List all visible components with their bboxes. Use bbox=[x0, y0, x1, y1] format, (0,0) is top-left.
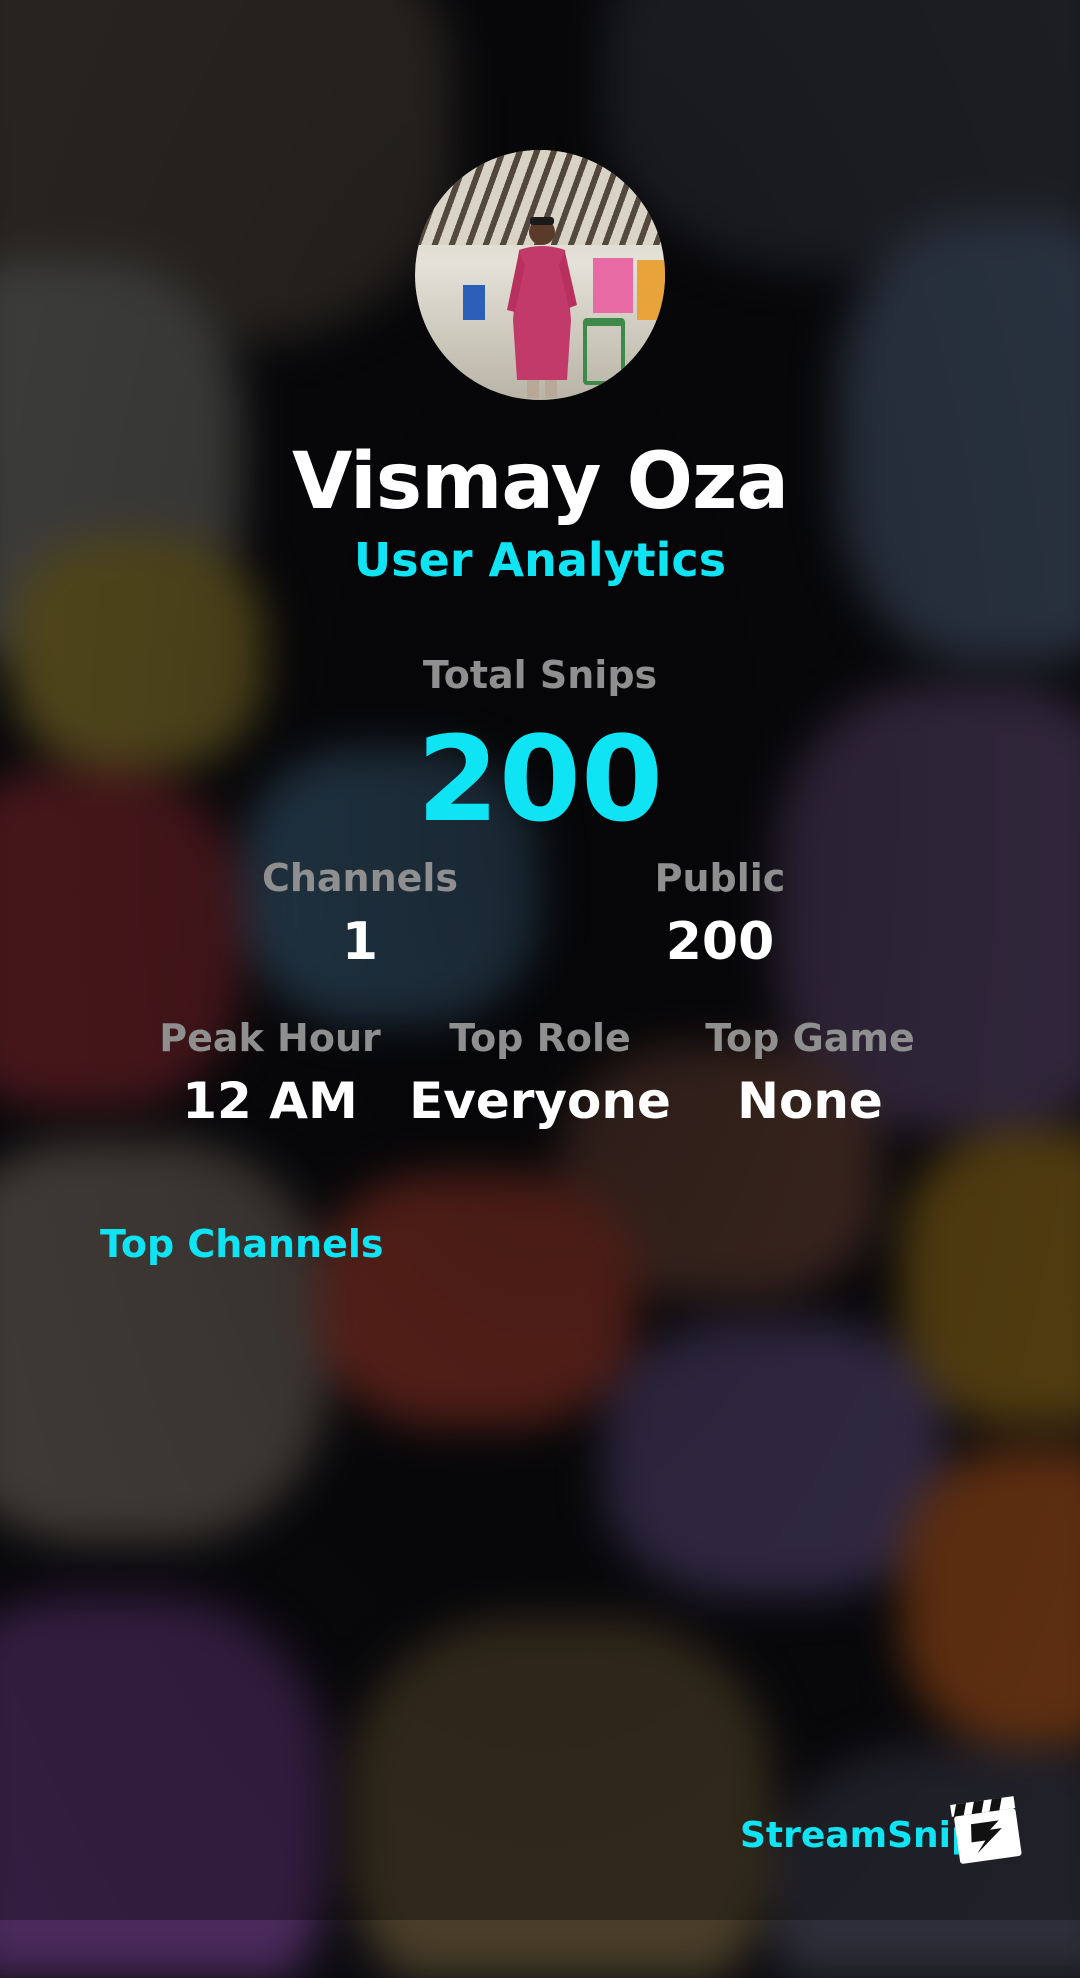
top-role-label: Top Role bbox=[449, 1016, 631, 1060]
channels-label: Channels bbox=[261, 856, 459, 900]
user-name: Vismay Oza bbox=[291, 437, 789, 527]
channels-value: 1 bbox=[341, 912, 379, 972]
avatar bbox=[415, 150, 665, 400]
peak-hour-value: 12 AM bbox=[182, 1072, 358, 1130]
top-game-value: None bbox=[737, 1072, 883, 1130]
clapperboard-icon bbox=[950, 1796, 1022, 1864]
public-value: 200 bbox=[665, 912, 775, 972]
brand-name: StreamSnip bbox=[740, 1815, 977, 1856]
total-snips-value: 200 bbox=[416, 710, 664, 848]
peak-hour-label: Peak Hour bbox=[159, 1016, 381, 1060]
total-snips-label: Total Snips bbox=[422, 653, 658, 697]
top-role-value: Everyone bbox=[409, 1072, 671, 1130]
top-game-label: Top Game bbox=[705, 1016, 915, 1060]
avatar-person bbox=[507, 217, 577, 398]
public-label: Public bbox=[654, 856, 786, 900]
top-channels-heading: Top Channels bbox=[100, 1222, 384, 1266]
page-subtitle: User Analytics bbox=[353, 533, 727, 587]
